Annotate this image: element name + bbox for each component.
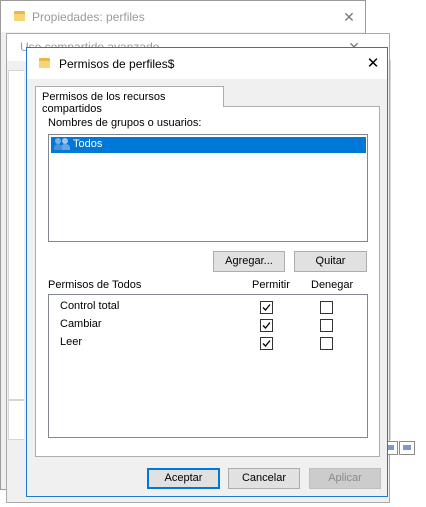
deny-header: Denegar xyxy=(311,279,354,291)
close-icon[interactable]: ✕ xyxy=(339,7,359,27)
background-window-title: Propiedades: perfiles xyxy=(32,10,145,24)
permission-row: Control total xyxy=(49,298,367,316)
permission-name: Leer xyxy=(60,336,83,348)
group-name: Todos xyxy=(73,138,103,150)
permission-row: Cambiar xyxy=(49,316,367,334)
folder-icon xyxy=(14,11,25,21)
groups-list[interactable]: Todos xyxy=(48,134,368,242)
deny-checkbox[interactable] xyxy=(320,337,333,350)
tab-label: Permisos de los recursos compartidos xyxy=(42,91,166,115)
list-item[interactable]: Todos xyxy=(51,137,366,153)
tab-share-permissions[interactable]: Permisos de los recursos compartidos xyxy=(35,86,224,115)
add-button[interactable]: Agregar... xyxy=(213,251,285,272)
checkmark-icon xyxy=(262,322,271,329)
background-panel xyxy=(8,400,24,440)
allow-checkbox[interactable] xyxy=(260,337,273,350)
tab-panel: Nombres de grupos o usuarios: Todos Agre… xyxy=(35,106,380,457)
allow-checkbox[interactable] xyxy=(260,301,273,314)
permissions-list: Control total Cambiar Leer xyxy=(48,294,368,438)
checkmark-icon xyxy=(262,304,271,311)
deny-checkbox[interactable] xyxy=(320,319,333,332)
background-panel xyxy=(390,60,420,440)
view-icon[interactable] xyxy=(399,441,415,455)
allow-checkbox[interactable] xyxy=(260,319,273,332)
permission-name: Control total xyxy=(60,300,120,312)
permissions-dialog: Permisos de perfiles$ ✕ Permisos de los … xyxy=(26,47,388,497)
dialog-title-bar: Permisos de perfiles$ ✕ xyxy=(27,48,387,79)
permissions-label: Permisos de Todos xyxy=(48,279,142,291)
groups-label: Nombres de grupos o usuarios: xyxy=(48,117,202,129)
cancel-button[interactable]: Cancelar xyxy=(228,468,300,489)
close-icon[interactable]: ✕ xyxy=(363,54,383,74)
background-panel xyxy=(8,70,24,400)
folder-icon xyxy=(39,58,50,68)
deny-checkbox[interactable] xyxy=(320,301,333,314)
permission-name: Cambiar xyxy=(60,318,102,330)
background-window-title-bar: Propiedades: perfiles ✕ xyxy=(1,1,365,32)
permission-row: Leer xyxy=(49,334,367,352)
allow-header: Permitir xyxy=(252,279,290,291)
checkmark-icon xyxy=(262,340,271,347)
remove-button[interactable]: Quitar xyxy=(294,251,367,272)
dialog-title: Permisos de perfiles$ xyxy=(59,57,175,71)
ok-button[interactable]: Aceptar xyxy=(147,468,220,489)
users-group-icon xyxy=(54,138,71,151)
apply-button[interactable]: Aplicar xyxy=(309,468,381,489)
